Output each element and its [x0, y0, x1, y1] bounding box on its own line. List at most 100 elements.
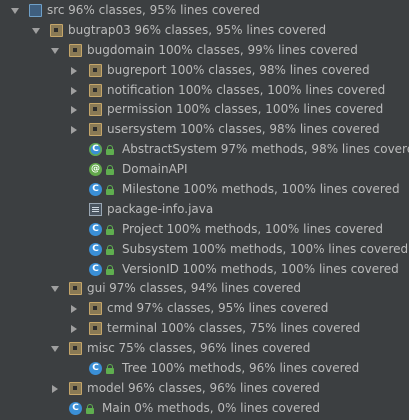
class-icon: C: [89, 362, 102, 376]
coverage-stats: 100% classes, 99% lines covered: [158, 42, 358, 57]
class-icon: C: [89, 222, 102, 236]
coverage-stats: 97% methods, 98% lines covered: [220, 142, 409, 157]
package-folder-icon: [89, 63, 102, 77]
lock-icon: [106, 364, 114, 375]
package-folder-icon: [89, 83, 102, 97]
class-icon: C: [89, 242, 102, 256]
chevron-right-icon[interactable]: [68, 81, 80, 101]
lock-icon: [106, 264, 114, 275]
coverage-stats: 100% classes, 98% lines covered: [170, 62, 370, 77]
node-name: terminal: [107, 321, 158, 336]
tree-node-misc[interactable]: misc 75% classes, 96% lines covered: [0, 339, 409, 359]
tree-node-model[interactable]: model 96% classes, 96% lines covered: [0, 379, 409, 399]
node-name: Main: [102, 400, 131, 415]
abstract-class-icon: C: [89, 143, 102, 157]
class-icon: C: [89, 183, 102, 197]
node-name: bugdomain: [87, 42, 155, 57]
chevron-down-icon[interactable]: [49, 279, 61, 299]
tree-node-cmd[interactable]: cmd 97% classes, 95% lines covered: [0, 299, 409, 319]
tree-node-bugtrap03[interactable]: bugtrap03 96% classes, 95% lines covered: [0, 21, 409, 41]
tree-node-abstractsystem[interactable]: C AbstractSystem 97% methods, 98% lines c…: [0, 140, 409, 160]
node-name: bugreport: [107, 62, 167, 77]
tree-node-gui[interactable]: gui 97% classes, 94% lines covered: [0, 279, 409, 299]
coverage-stats: 75% classes, 96% lines covered: [118, 341, 311, 356]
chevron-right-icon[interactable]: [68, 120, 80, 140]
node-name: Subsystem: [122, 241, 189, 256]
chevron-right-icon[interactable]: [68, 100, 80, 120]
coverage-stats: 100% methods, 100% lines covered: [166, 221, 383, 236]
coverage-stats: 100% classes, 75% lines covered: [160, 321, 361, 336]
lock-icon: [106, 244, 114, 255]
class-icon: C: [69, 401, 82, 415]
node-name: DomainAPI: [122, 162, 188, 177]
chevron-down-icon[interactable]: [30, 21, 42, 41]
tree-node-subsystem[interactable]: C Subsystem 100% methods, 100% lines cove…: [0, 240, 409, 260]
coverage-stats: 100% methods, 100% lines covered: [183, 182, 400, 197]
package-folder-icon: [69, 43, 82, 57]
node-name: usersystem: [107, 122, 177, 137]
tree-node-bugreport[interactable]: bugreport 100% classes, 98% lines covered: [0, 61, 409, 81]
node-name: cmd: [107, 301, 133, 316]
node-name: Tree: [122, 361, 148, 376]
chevron-right-icon[interactable]: [68, 61, 80, 81]
node-name: permission: [107, 102, 173, 117]
package-folder-icon: [89, 302, 102, 316]
coverage-tree: src 96% classes, 95% lines covered bugtra…: [0, 0, 409, 420]
node-name: package-info.java: [107, 201, 214, 216]
lock-icon: [106, 145, 114, 156]
coverage-stats: 96% classes, 95% lines covered: [68, 3, 260, 17]
tree-node-milestone[interactable]: C Milestone 100% methods, 100% lines cove…: [0, 180, 409, 200]
node-name: bugtrap03: [68, 22, 131, 37]
tree-node-src[interactable]: src 96% classes, 95% lines covered: [0, 1, 409, 21]
coverage-stats: 100% classes, 100% lines covered: [176, 102, 384, 117]
coverage-stats: 97% classes, 94% lines covered: [109, 281, 301, 296]
chevron-down-icon[interactable]: [49, 41, 61, 61]
tree-node-permission[interactable]: permission 100% classes, 100% lines cover…: [0, 100, 409, 120]
coverage-stats: 100% classes, 100% lines covered: [178, 82, 386, 97]
coverage-stats: 100% methods, 100% lines covered: [191, 241, 409, 256]
tree-node-notification[interactable]: notification 100% classes, 100% lines cov…: [0, 81, 409, 101]
node-name: Project: [122, 221, 164, 236]
tree-node-terminal[interactable]: terminal 100% classes, 75% lines covered: [0, 319, 409, 339]
tree-node-versionid[interactable]: C VersionID 100% methods, 100% lines cove…: [0, 260, 409, 280]
lock-icon: [86, 403, 94, 414]
package-folder-icon: [89, 103, 102, 117]
lock-icon: [106, 224, 114, 235]
file-icon: [89, 202, 102, 216]
node-name: model: [87, 380, 125, 395]
coverage-stats: 100% methods, 96% lines covered: [150, 361, 360, 376]
tree-node-tree-class[interactable]: C Tree 100% methods, 96% lines covered: [0, 359, 409, 379]
node-name: VersionID: [122, 261, 179, 276]
lock-icon: [106, 185, 114, 196]
source-folder-icon: [29, 4, 42, 17]
tree-node-domainapi[interactable]: @ DomainAPI: [0, 160, 409, 180]
coverage-stats: 0% methods, 0% lines covered: [134, 400, 320, 415]
node-name: Milestone: [122, 182, 180, 197]
tree-node-main[interactable]: C Main 0% methods, 0% lines covered: [0, 399, 409, 419]
chevron-right-icon[interactable]: [68, 319, 80, 339]
node-name: AbstractSystem: [122, 142, 218, 157]
tree-node-usersystem[interactable]: usersystem 100% classes, 98% lines covere…: [0, 120, 409, 140]
node-name: notification: [107, 82, 175, 97]
chevron-right-icon[interactable]: [49, 379, 61, 399]
lock-icon: [106, 165, 114, 176]
class-icon: C: [89, 262, 102, 276]
tree-node-package-info[interactable]: package-info.java: [0, 200, 409, 220]
tree-node-project[interactable]: C Project 100% methods, 100% lines covere…: [0, 220, 409, 240]
package-folder-icon: [69, 282, 82, 296]
tree-node-bugdomain[interactable]: bugdomain 100% classes, 99% lines covered: [0, 41, 409, 61]
coverage-stats: 97% classes, 95% lines covered: [136, 301, 329, 316]
chevron-down-icon[interactable]: [49, 339, 61, 359]
node-name: gui: [87, 281, 106, 296]
coverage-stats: 96% classes, 95% lines covered: [134, 22, 327, 37]
package-folder-icon: [89, 123, 102, 137]
package-folder-icon: [50, 23, 63, 37]
chevron-down-icon[interactable]: [9, 1, 21, 21]
node-name: src: [47, 3, 65, 17]
coverage-stats: 100% methods, 100% lines covered: [182, 261, 399, 276]
coverage-stats: 100% classes, 98% lines covered: [180, 122, 380, 137]
package-folder-icon: [89, 322, 102, 336]
chevron-right-icon[interactable]: [68, 299, 80, 319]
package-folder-icon: [69, 342, 82, 356]
coverage-stats: 96% classes, 96% lines covered: [127, 380, 320, 395]
